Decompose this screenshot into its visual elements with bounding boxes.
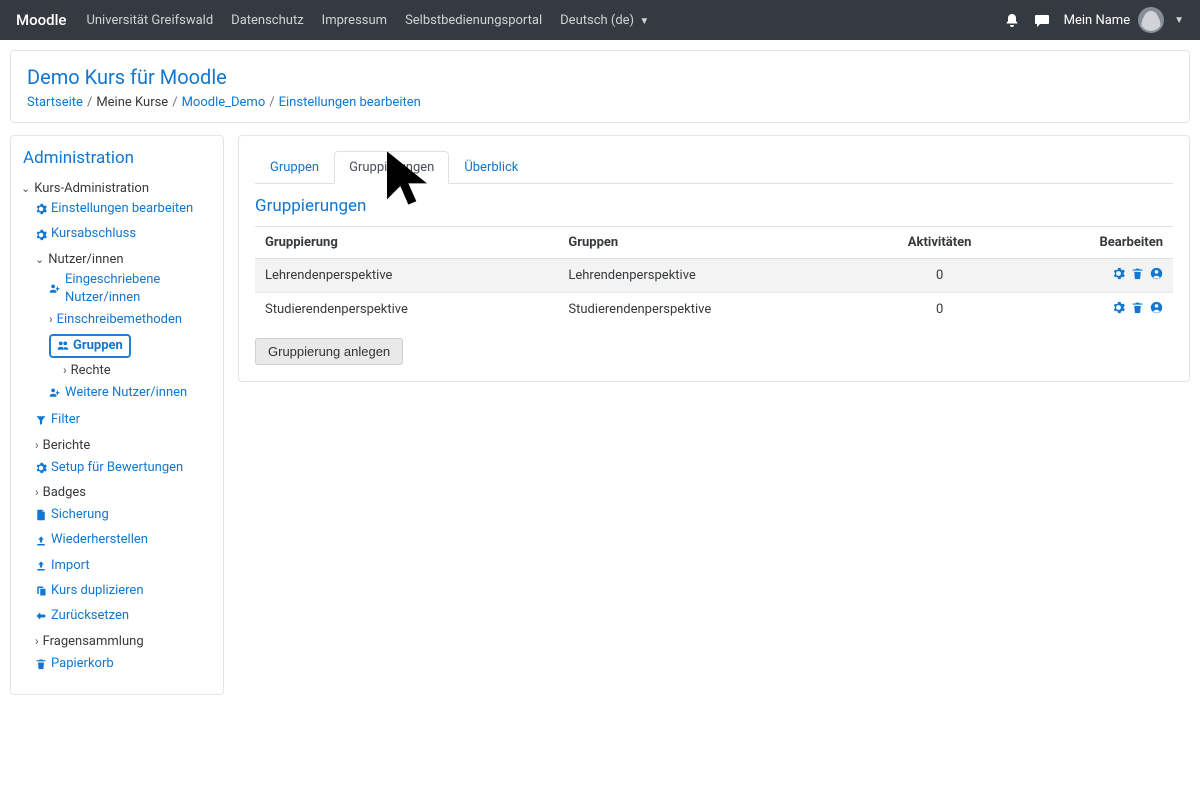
breadcrumb-item[interactable]: Einstellungen bearbeiten <box>279 95 421 110</box>
nav-import[interactable]: Import <box>35 555 213 580</box>
nav-links: Universität Greifswald Datenschutz Impre… <box>86 13 649 28</box>
userplus-icon <box>49 283 61 295</box>
edit-icon[interactable] <box>1112 301 1125 318</box>
file-icon <box>35 509 47 521</box>
back-icon <box>35 610 47 622</box>
sidebar-title: Administration <box>21 148 213 168</box>
nav-filter[interactable]: Filter <box>35 409 213 434</box>
nav-settings[interactable]: Einstellungen bearbeiten <box>35 198 213 223</box>
nav-rights[interactable]: Rechte <box>49 360 213 382</box>
nav-badges[interactable]: Badges <box>35 482 213 504</box>
breadcrumb: Startseite / Meine Kurse / Moodle_Demo /… <box>27 95 1173 110</box>
users-icon <box>57 340 69 352</box>
col-activities: Aktivitäten <box>862 227 1018 259</box>
nav-link-impressum[interactable]: Impressum <box>322 13 387 28</box>
nav-groups[interactable]: Gruppen <box>49 332 213 360</box>
upload-icon <box>35 560 47 572</box>
messages-icon[interactable] <box>1034 12 1050 28</box>
nav-link-selfservice[interactable]: Selbstbedienungsportal <box>405 13 542 28</box>
navbar: Moodle Universität Greifswald Datenschut… <box>0 0 1200 40</box>
cell-grouping: Lehrendenperspektive <box>255 259 558 293</box>
cell-groups: Lehrendenperspektive <box>558 259 861 293</box>
cell-activities: 0 <box>862 293 1018 327</box>
gear-icon <box>35 229 47 241</box>
nav-link-uni[interactable]: Universität Greifswald <box>86 13 213 28</box>
nav-kurs-administration[interactable]: Kurs-Administration Einstellungen bearbe… <box>21 178 213 680</box>
nav-reset[interactable]: Zurücksetzen <box>35 605 213 630</box>
nav-restore[interactable]: Wiederherstellen <box>35 529 213 554</box>
tabs: Gruppen Gruppierungen Überblick <box>255 150 1173 184</box>
delete-icon[interactable] <box>1131 301 1144 318</box>
cell-grouping: Studierendenperspektive <box>255 293 558 327</box>
upload-icon <box>35 535 47 547</box>
breadcrumb-item[interactable]: Moodle_Demo <box>182 95 266 110</box>
notifications-icon[interactable] <box>1004 12 1020 28</box>
nav-link-privacy[interactable]: Datenschutz <box>231 13 303 28</box>
nav-users[interactable]: Nutzer/innen Eingeschriebene Nutzer/inne… <box>35 249 213 410</box>
breadcrumb-item: Meine Kurse <box>96 95 168 110</box>
table-row: StudierendenperspektiveStudierendenpersp… <box>255 293 1173 327</box>
create-grouping-button[interactable]: Gruppierung anlegen <box>255 338 403 365</box>
gear-icon <box>35 462 47 474</box>
cell-groups: Studierendenperspektive <box>558 293 861 327</box>
nav-gradesetup[interactable]: Setup für Bewertungen <box>35 457 213 482</box>
nav-enrolment-methods[interactable]: Einschreibemethoden <box>49 309 213 331</box>
filter-icon <box>35 414 47 426</box>
nav-trash[interactable]: Papierkorb <box>35 653 213 678</box>
tab-groupings[interactable]: Gruppierungen <box>334 151 449 184</box>
col-groups: Gruppen <box>558 227 861 259</box>
nav-other-users[interactable]: Weitere Nutzer/innen <box>49 382 213 407</box>
nav-backup[interactable]: Sicherung <box>35 504 213 529</box>
avatar-icon <box>1138 7 1164 33</box>
breadcrumb-item[interactable]: Startseite <box>27 95 83 110</box>
userplus-icon <box>49 387 61 399</box>
user-icon[interactable] <box>1150 301 1163 318</box>
brand-link[interactable]: Moodle <box>16 11 66 29</box>
nav-enrolled-users[interactable]: Eingeschriebene Nutzer/innen <box>49 269 213 309</box>
nav-reports[interactable]: Berichte <box>35 435 213 457</box>
col-edit: Bearbeiten <box>1017 227 1173 259</box>
tab-groups[interactable]: Gruppen <box>255 151 334 184</box>
edit-icon[interactable] <box>1112 267 1125 284</box>
groupings-table: Gruppierung Gruppen Aktivitäten Bearbeit… <box>255 226 1173 326</box>
cell-activities: 0 <box>862 259 1018 293</box>
user-icon[interactable] <box>1150 267 1163 284</box>
nav-questionbank[interactable]: Fragensammlung <box>35 631 213 653</box>
page-title[interactable]: Demo Kurs für Moodle <box>27 65 227 89</box>
trash-icon <box>35 658 47 670</box>
username-label: Mein Name <box>1064 13 1130 28</box>
tab-overview[interactable]: Überblick <box>449 151 533 184</box>
nav-link-language[interactable]: Deutsch (de) ▼ <box>560 13 649 28</box>
user-menu[interactable]: Mein Name ▼ <box>1064 7 1184 33</box>
page-header: Demo Kurs für Moodle Startseite / Meine … <box>10 50 1190 123</box>
gear-icon <box>35 203 47 215</box>
sidebar: Administration Kurs-Administration Einst… <box>10 135 224 695</box>
copy-icon <box>35 585 47 597</box>
table-row: LehrendenperspektiveLehrendenperspektive… <box>255 259 1173 293</box>
main-content: Gruppen Gruppierungen Überblick Gruppier… <box>238 135 1190 382</box>
nav-duplicate[interactable]: Kurs duplizieren <box>35 580 213 605</box>
nav-completion[interactable]: Kursabschluss <box>35 223 213 248</box>
section-heading: Gruppierungen <box>255 196 1173 216</box>
col-grouping: Gruppierung <box>255 227 558 259</box>
delete-icon[interactable] <box>1131 267 1144 284</box>
